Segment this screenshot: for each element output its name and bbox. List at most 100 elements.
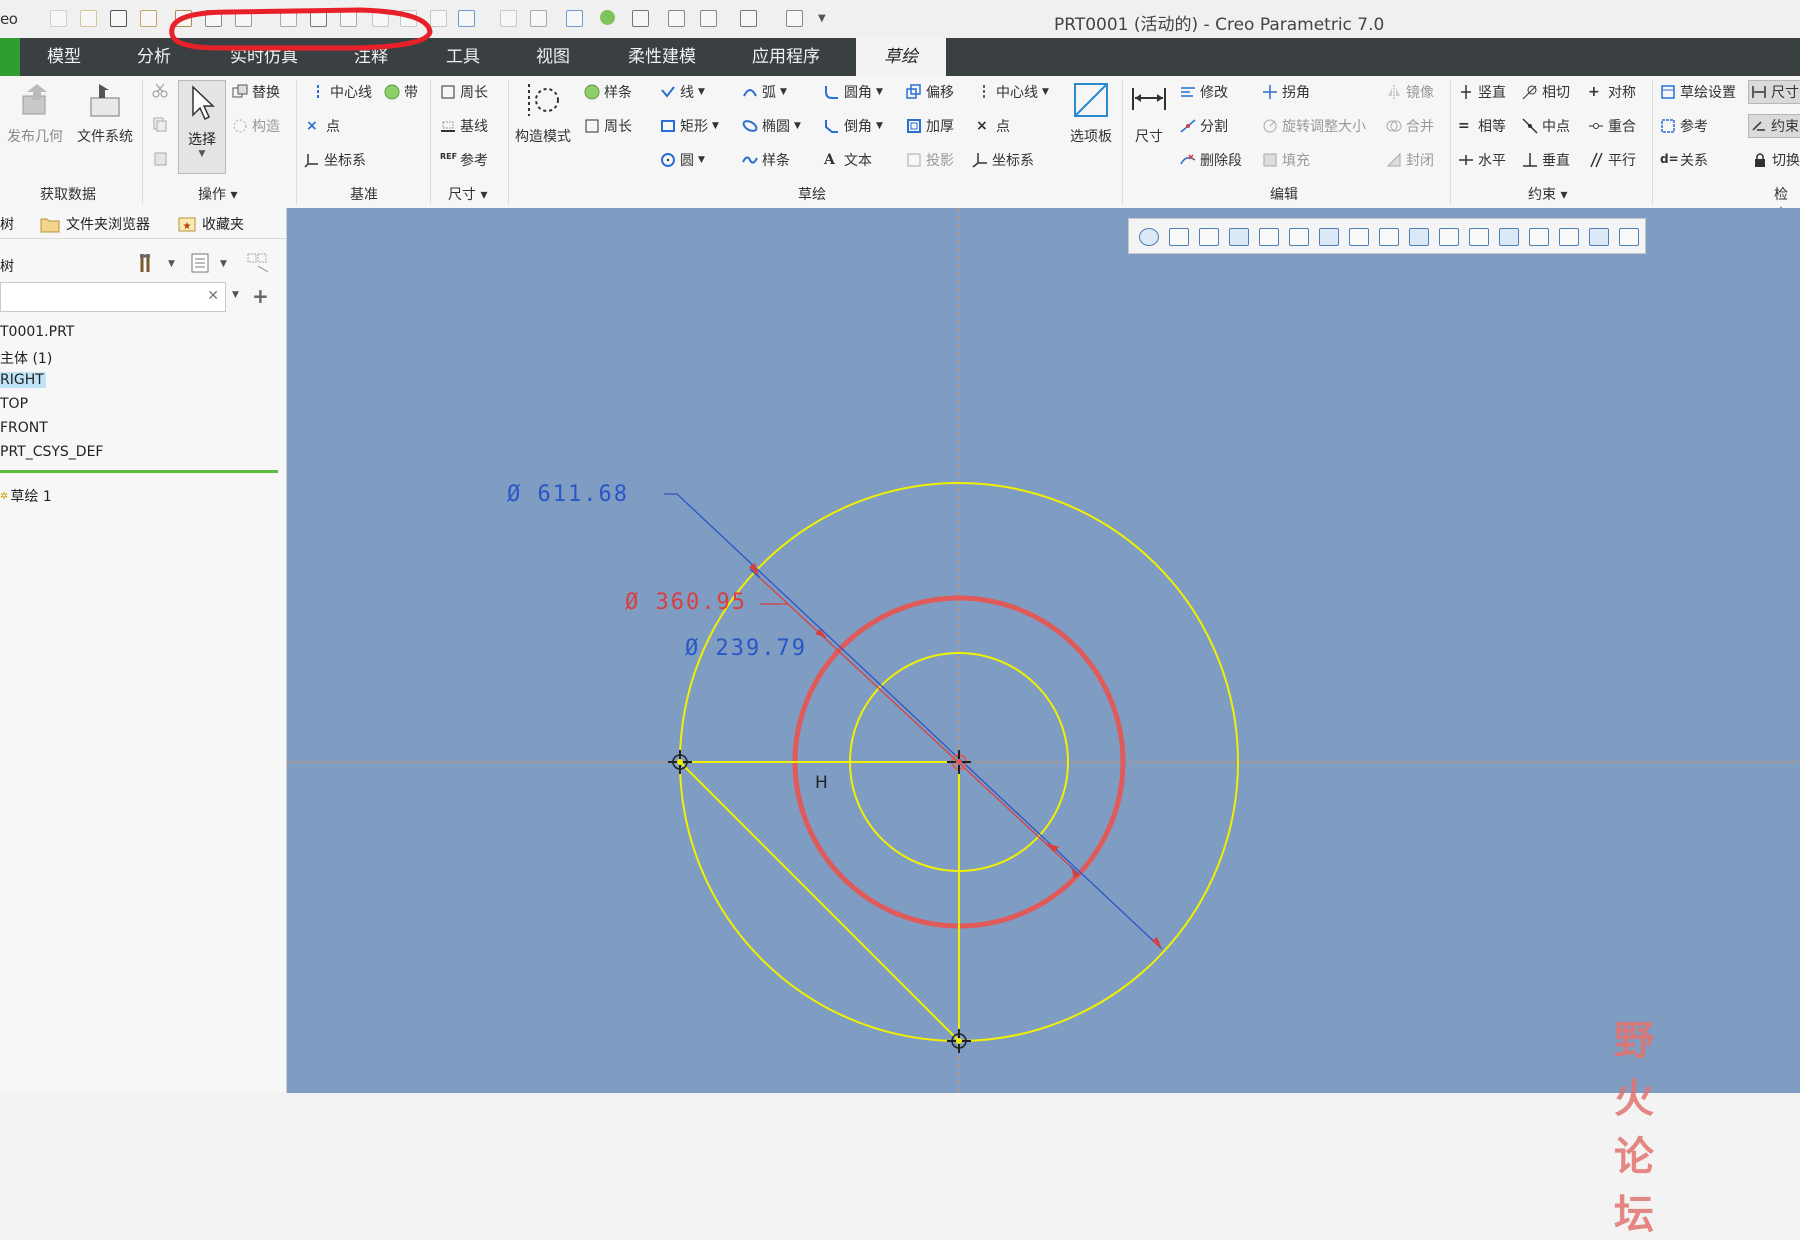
csys-icon[interactable] (740, 10, 757, 27)
chevron-down-icon[interactable]: ▼ (794, 121, 801, 131)
constraint-display-toggle[interactable]: 约束 (1748, 114, 1800, 138)
tab-sketch[interactable]: 草绘 (856, 38, 946, 76)
insert-indicator[interactable] (0, 470, 278, 473)
palette-button[interactable]: 选项板 (1062, 80, 1120, 146)
tab-view[interactable]: 视图 (520, 38, 586, 76)
point-button[interactable]: × 点 (976, 116, 1010, 136)
arc-button[interactable]: 弧 ▼ (742, 82, 787, 102)
sketch-view-icon[interactable] (1529, 228, 1549, 246)
dim-text-611[interactable]: Ø 611.68 (507, 482, 629, 507)
tab-model-tree[interactable]: 树 (0, 214, 14, 234)
chevron-down-icon[interactable]: ▼ (698, 87, 705, 97)
perpendicular-constraint-button[interactable]: 垂直 (1522, 150, 1570, 170)
tree-item-csys[interactable]: PRT_CSYS_DEF (0, 444, 103, 460)
fill-button[interactable]: 填充 (1262, 150, 1310, 170)
point-icon[interactable] (700, 10, 717, 27)
perimeter-dim-button[interactable]: 周长 (440, 82, 488, 102)
tree-item-body[interactable]: 主体 (1) (0, 348, 52, 368)
window-icon[interactable] (458, 10, 475, 27)
chevron-down-icon[interactable]: ▼ (876, 87, 883, 97)
measure-icon[interactable] (1619, 228, 1639, 246)
save-copy-icon[interactable] (140, 10, 157, 27)
perimeter-button[interactable]: 周长 (584, 116, 632, 136)
fillet-button[interactable]: 圆角 ▼ (824, 82, 883, 102)
chevron-down-icon[interactable]: ▼ (818, 13, 836, 31)
project-button[interactable]: 投影 (906, 150, 954, 170)
offset-button[interactable]: 偏移 (906, 82, 954, 102)
file-menu-button[interactable] (0, 38, 20, 76)
copy-icon[interactable] (152, 116, 168, 132)
save-icon[interactable] (110, 10, 127, 27)
spline-button[interactable]: 样条 (742, 150, 790, 170)
zoom-window-icon[interactable] (1139, 228, 1159, 246)
references-button[interactable]: 参考 (1660, 116, 1708, 136)
tree-settings-icon[interactable]: ▼ (138, 252, 178, 278)
close-button[interactable]: 封闭 (1386, 150, 1434, 170)
clear-search-icon[interactable]: ✕ (207, 288, 219, 304)
sketch-setup-button[interactable]: 草绘设置 (1660, 82, 1736, 102)
view-icon[interactable] (566, 10, 583, 27)
chevron-down-icon[interactable]: ▼ (780, 87, 787, 97)
tab-applications[interactable]: 应用程序 (738, 38, 834, 76)
publish-geometry-button[interactable]: 发布几何 (4, 80, 66, 146)
group-label-dimension[interactable]: 尺寸 ▾ (448, 184, 487, 204)
construction-mode-button[interactable]: 构造模式 (510, 80, 576, 146)
chevron-down-icon[interactable]: ▼ (698, 155, 705, 165)
construct-button[interactable]: 构造 (232, 116, 280, 136)
tree-item-sketch[interactable]: ✲ 草绘 1 (0, 486, 52, 506)
paste-icon[interactable] (152, 150, 168, 166)
show-options-icon[interactable]: ▼ (190, 252, 230, 278)
dimension-button[interactable]: 尺寸 (1124, 80, 1174, 146)
corner-button[interactable]: 拐角 (1262, 82, 1310, 102)
dim-text-239[interactable]: Ø 239.79 (685, 636, 807, 661)
datum-point-button[interactable]: × 点 (306, 116, 340, 136)
dim-text-360[interactable]: Ø 360.95 (625, 590, 747, 615)
diagonal-line[interactable] (679, 761, 960, 1042)
midpoint-constraint-button[interactable]: 中点 (1522, 116, 1570, 136)
saved-orientations-icon[interactable] (1259, 228, 1279, 246)
search-dropdown-icon[interactable]: ▼ (232, 290, 239, 300)
relations-button[interactable]: d= 关系 (1660, 150, 1708, 170)
equal-constraint-button[interactable]: = 相等 (1458, 116, 1506, 136)
sketch-drawing[interactable]: Ø 611.68 Ø 360.95 Ø 239.79 H (287, 208, 1800, 1093)
refit-icon[interactable] (1199, 228, 1219, 246)
select-button[interactable]: 选择 ▼ (178, 80, 226, 174)
centerline-button[interactable]: 中心线 ▼ (976, 82, 1049, 102)
chevron-down-icon[interactable]: ▼ (876, 121, 883, 131)
annotation-display-icon[interactable] (1559, 228, 1579, 246)
measure-icon[interactable] (530, 10, 547, 27)
tab-model[interactable]: 模型 (28, 38, 100, 76)
tree-item-right[interactable]: RIGHT (0, 372, 46, 388)
horizontal-constraint-symbol[interactable]: H (815, 773, 828, 793)
datum-display-icon[interactable] (1349, 228, 1369, 246)
modify-button[interactable]: 修改 (1180, 82, 1228, 102)
toggle-lock-button[interactable]: 切换 (1752, 150, 1800, 170)
line-button[interactable]: 线 ▼ (660, 82, 705, 102)
tab-flexible-modeling[interactable]: 柔性建模 (614, 38, 710, 76)
replace-button[interactable]: 替换 (232, 82, 280, 102)
axis-icon[interactable] (668, 10, 685, 27)
tree-search-input[interactable]: ✕ (0, 282, 226, 312)
merge-button[interactable]: 合并 (1386, 116, 1434, 136)
thicken-button[interactable]: 加厚 (906, 116, 954, 136)
chevron-down-icon[interactable]: ▼ (712, 121, 719, 131)
zoom-out-icon[interactable] (1169, 228, 1189, 246)
dim-display-toggle[interactable]: 尺寸 (1748, 80, 1800, 104)
symmetric-constraint-button[interactable]: + 对称 (1588, 82, 1636, 102)
datum-csys-button[interactable]: 坐标系 (304, 150, 366, 170)
band-button[interactable]: 带 (384, 82, 418, 102)
parallel-constraint-button[interactable]: 平行 (1588, 150, 1636, 170)
reference-dim-button[interactable]: REF 参考 (440, 150, 488, 170)
circle-button[interactable]: 圆 ▼ (660, 150, 705, 170)
point-display-icon[interactable] (1439, 228, 1459, 246)
sketch-csys-button[interactable]: 坐标系 (972, 150, 1034, 170)
tree-item-part[interactable]: T0001.PRT (0, 324, 74, 340)
chevron-down-icon[interactable]: ▼ (179, 149, 225, 159)
tools-icon[interactable] (500, 10, 517, 27)
horizontal-constraint-button[interactable]: 水平 (1458, 150, 1506, 170)
plane-icon[interactable] (632, 10, 649, 27)
graphics-canvas[interactable]: Ø 611.68 Ø 360.95 Ø 239.79 H (287, 208, 1800, 1093)
dim-leader-611[interactable] (664, 493, 1163, 950)
new-icon[interactable] (50, 10, 67, 27)
tree-item-front[interactable]: FRONT (0, 420, 48, 436)
